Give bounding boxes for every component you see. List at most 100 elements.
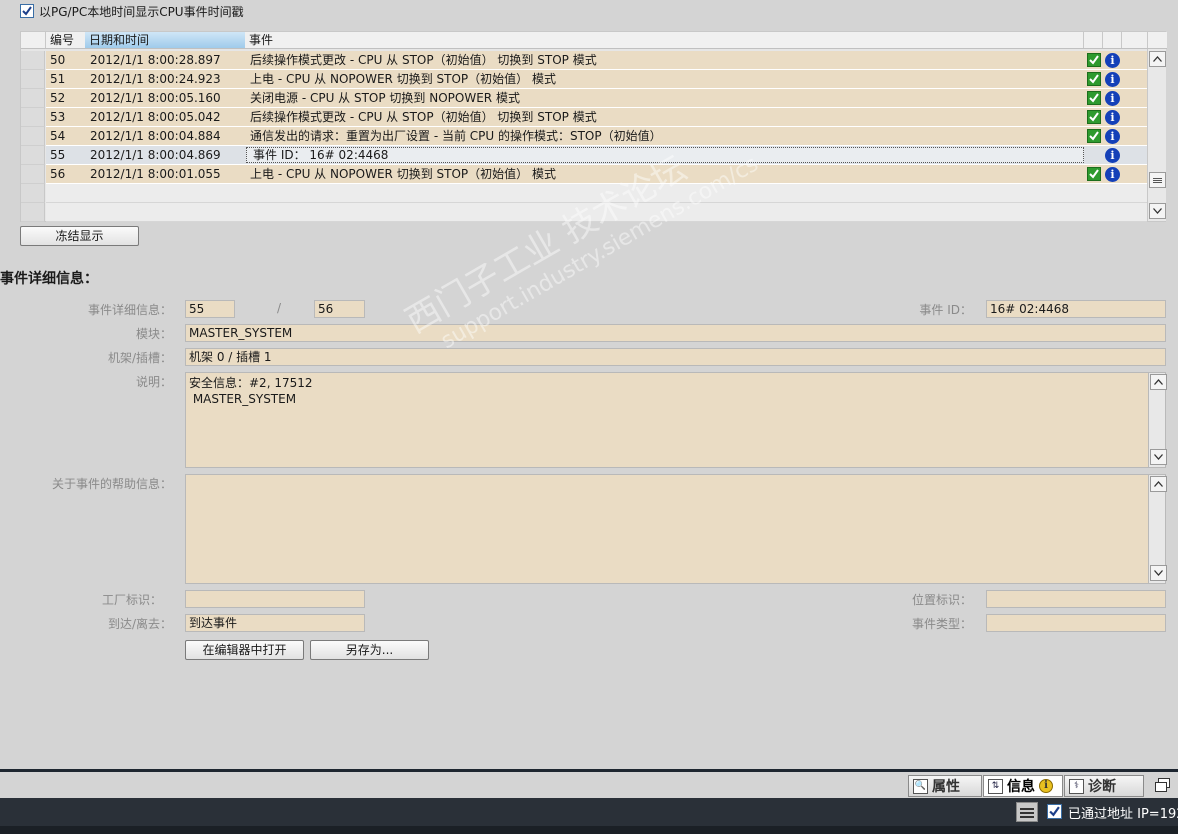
row-number: 52 [50, 91, 66, 105]
scroll-up-button[interactable] [1149, 51, 1166, 67]
info-icon[interactable]: i [1105, 53, 1120, 68]
tab-diagnostics[interactable]: ⚕ 诊断 [1064, 775, 1144, 797]
info-icon[interactable]: i [1105, 167, 1120, 182]
table-row[interactable]: 50 2012/1/1 8:00:28.897 后续操作模式更改 - CPU 从 S… [21, 51, 1147, 70]
row-event: 上电 - CPU 从 NOPOWER 切换到 STOP（初始值） 模式 [250, 72, 556, 86]
row-number: 51 [50, 72, 66, 86]
event-id-field[interactable]: 16# 02:4468 [986, 300, 1166, 318]
event-table: 编号 日期和时间 事件 50 2012/1/1 8:00:28.897 后续操作模式… [20, 31, 1167, 222]
chevron-up-icon [1154, 379, 1163, 385]
scroll-up-button[interactable] [1150, 374, 1167, 390]
info-badge-icon: i [1039, 779, 1053, 793]
tab-diagnostics-label: 诊断 [1088, 779, 1116, 795]
scroll-down-button[interactable] [1150, 449, 1167, 465]
description-field[interactable]: 安全信息：#2, 17512 MASTER_SYSTEM [185, 372, 1166, 468]
diagnostics-icon: ⚕ [1069, 778, 1084, 794]
table-row-empty [21, 203, 1147, 222]
table-row[interactable]: 54 2012/1/1 8:00:04.884 通信发出的请求：重置为出厂设置 - … [21, 127, 1147, 146]
module-field[interactable]: MASTER_SYSTEM [185, 324, 1166, 342]
freeze-display-button[interactable]: 冻结显示 [20, 226, 139, 246]
rack-slot-field[interactable]: 机架 0 / 插槽 1 [185, 348, 1166, 366]
save-as-button[interactable]: 另存为... [310, 640, 429, 660]
network-list-icon[interactable] [1016, 802, 1038, 822]
inspector-tabbar: 🔍 属性 ⇅ 信息 i ⚕ 诊断 [0, 772, 1178, 798]
table-header: 编号 日期和时间 事件 [21, 32, 1167, 49]
status-ok-icon [1087, 53, 1101, 67]
module-label: 模块： [135, 327, 172, 341]
table-scrollbar[interactable] [1147, 49, 1166, 221]
status-ok-icon [1087, 167, 1101, 181]
open-in-editor-button[interactable]: 在编辑器中打开 [185, 640, 304, 660]
info-icon[interactable]: i [1105, 110, 1120, 125]
location-id-field[interactable] [986, 590, 1166, 608]
row-datetime: 2012/1/1 8:00:05.042 [90, 110, 221, 124]
plant-id-field[interactable] [185, 590, 365, 608]
table-row[interactable]: 51 2012/1/1 8:00:24.923 上电 - CPU 从 NOPOWER… [21, 70, 1147, 89]
row-event: 关闭电源 - CPU 从 STOP 切换到 NOPOWER 模式 [250, 91, 520, 105]
event-type-field[interactable] [986, 614, 1166, 632]
help-label: 关于事件的帮助信息： [51, 477, 172, 491]
status-text: 已通过地址 IP=192 [1068, 807, 1178, 822]
chevron-down-icon [1154, 454, 1163, 460]
arrival-label: 到达/离去： [107, 617, 172, 631]
chevron-down-icon [1153, 208, 1162, 214]
row-header[interactable] [21, 108, 45, 127]
event-detail-label: 事件详细信息： [87, 303, 172, 317]
row-header[interactable] [21, 146, 45, 165]
chevron-down-icon [1154, 570, 1163, 576]
row-header[interactable] [21, 51, 45, 70]
col-header-num[interactable]: 编号 [46, 32, 86, 48]
row-event-edit[interactable]: 事件 ID： 16# 02:4468 [246, 147, 1084, 163]
scroll-up-button[interactable] [1150, 476, 1167, 492]
table-row[interactable]: 52 2012/1/1 8:00:05.160 关闭电源 - CPU 从 STOP … [21, 89, 1147, 108]
row-header[interactable] [21, 89, 45, 108]
row-event: 后续操作模式更改 - CPU 从 STOP（初始值） 切换到 STOP 模式 [250, 53, 597, 67]
info-icon[interactable]: i [1105, 91, 1120, 106]
event-separator: / [277, 301, 282, 315]
chevron-up-icon [1154, 481, 1163, 487]
row-number: 55 [50, 148, 66, 162]
local-time-option[interactable]: 以PG/PC本地时间显示CPU事件时间戳 [20, 3, 244, 19]
info-icon[interactable]: i [1105, 72, 1120, 87]
row-header[interactable] [21, 165, 45, 184]
plant-id-label: 工厂标识： [101, 593, 162, 607]
row-header[interactable] [21, 70, 45, 89]
event-type-label: 事件类型： [911, 617, 972, 631]
info-icon[interactable]: i [1105, 148, 1120, 163]
row-datetime: 2012/1/1 8:00:28.897 [90, 53, 221, 67]
status-check-icon [1047, 804, 1062, 819]
tab-properties[interactable]: 🔍 属性 [908, 775, 982, 797]
checkmark-icon [22, 6, 32, 16]
local-time-label: 以PG/PC本地时间显示CPU事件时间戳 [39, 4, 244, 19]
event-id-label: 事件 ID： [919, 303, 972, 317]
status-ok-icon [1087, 72, 1101, 86]
tab-info-label: 信息 [1007, 779, 1035, 795]
row-event: 上电 - CPU 从 NOPOWER 切换到 STOP（初始值） 模式 [250, 167, 556, 181]
info-icon[interactable]: i [1105, 129, 1120, 144]
row-event: 通信发出的请求：重置为出厂设置 - 当前 CPU 的操作模式：STOP（初始值） [250, 129, 662, 143]
current-event-field[interactable]: 55 [185, 300, 235, 318]
row-number: 53 [50, 110, 66, 124]
scroll-down-button[interactable] [1150, 565, 1167, 581]
col-header-event[interactable]: 事件 [245, 32, 1083, 48]
tab-info[interactable]: ⇅ 信息 i [983, 775, 1063, 797]
table-row[interactable]: 56 2012/1/1 8:00:01.055 上电 - CPU 从 NOPOWER… [21, 165, 1147, 184]
status-bar: 已通过地址 IP=192 [0, 798, 1178, 826]
col-header-date[interactable]: 日期和时间 [85, 32, 245, 48]
restore-window-icon[interactable] [1155, 778, 1170, 792]
total-events-field[interactable]: 56 [314, 300, 365, 318]
local-time-checkbox[interactable] [20, 4, 34, 18]
arrival-field[interactable]: 到达事件 [185, 614, 365, 632]
help-field[interactable] [185, 474, 1166, 584]
help-scrollbar[interactable] [1148, 475, 1167, 583]
description-scrollbar[interactable] [1148, 373, 1167, 467]
table-row[interactable]: 55 2012/1/1 8:00:04.869 事件 ID： 16# 02:4468… [21, 146, 1147, 165]
row-header[interactable] [21, 127, 45, 146]
status-ok-icon [1087, 110, 1101, 124]
table-row[interactable]: 53 2012/1/1 8:00:05.042 后续操作模式更改 - CPU 从 S… [21, 108, 1147, 127]
row-number: 56 [50, 167, 66, 181]
location-id-label: 位置标识： [911, 593, 972, 607]
scroll-thumb[interactable] [1149, 172, 1166, 188]
scroll-down-button[interactable] [1149, 203, 1166, 219]
tab-properties-label: 属性 [932, 779, 960, 795]
